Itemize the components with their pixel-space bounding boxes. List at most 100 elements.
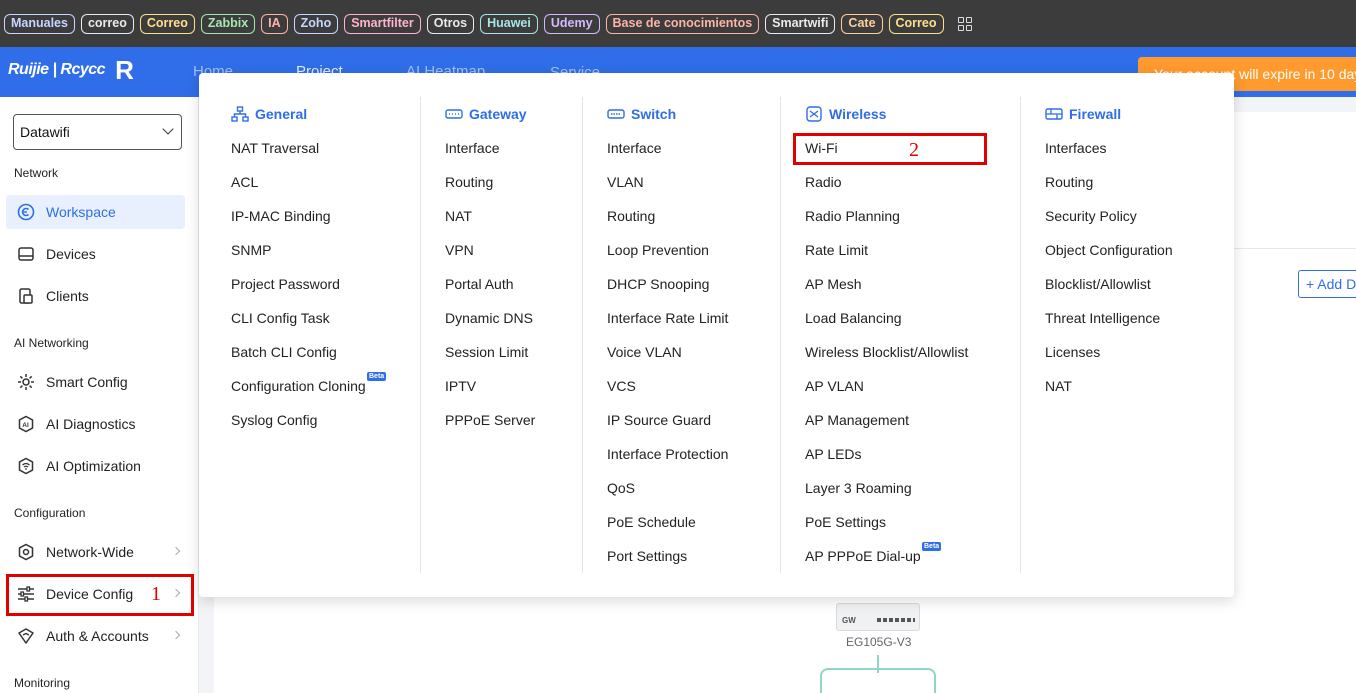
clients-icon (16, 286, 36, 306)
menu-item-general[interactable]: IP-MAC Binding (231, 208, 331, 224)
menu-item-wireless[interactable]: AP Management (805, 412, 909, 428)
auth-accounts-icon (16, 626, 36, 646)
bookmark-item[interactable]: Correo (139, 13, 195, 34)
bookmark-item[interactable]: Base de conocimientos (605, 13, 760, 34)
sidebar-item-clients[interactable]: Clients (6, 279, 185, 313)
sidebar-item-network-wide[interactable]: Network-Wide (6, 535, 185, 569)
menu-item-wireless[interactable]: Radio Planning (805, 208, 900, 224)
menu-item-general[interactable]: CLI Config Task (231, 310, 330, 326)
svg-text:AI: AI (22, 422, 29, 429)
menu-heading-general: General (231, 106, 307, 122)
bookmark-item[interactable]: Smartfilter (344, 13, 421, 34)
ai-diagnostics-icon: AI (16, 414, 36, 434)
switch-icon (607, 106, 625, 122)
logo[interactable]: Ruijie | Rcycc R (8, 55, 134, 85)
menu-item-gateway[interactable]: Routing (445, 174, 493, 190)
menu-item-firewall[interactable]: Threat Intelligence (1045, 310, 1160, 326)
sidebar-item-devices[interactable]: Devices (6, 237, 185, 271)
bookmark-item[interactable]: Zabbix (200, 13, 256, 34)
menu-item-firewall[interactable]: Interfaces (1045, 140, 1106, 156)
menu-item-gateway[interactable]: PPPoE Server (445, 412, 535, 428)
logo-brand: Ruijie | Rcycc (8, 61, 106, 78)
bookmark-item[interactable]: Udemy (543, 13, 600, 34)
menu-item-switch[interactable]: Port Settings (607, 548, 687, 564)
menu-item-firewall[interactable]: Blocklist/Allowlist (1045, 276, 1151, 292)
chevron-down-icon (162, 123, 174, 135)
project-select[interactable]: Datawifi (13, 114, 182, 150)
menu-item-gateway[interactable]: IPTV (445, 378, 476, 394)
gateway-device-icon[interactable]: GW (836, 603, 920, 631)
menu-item-switch[interactable]: Interface (607, 140, 661, 156)
section-ai-networking: AI Networking (14, 336, 89, 350)
menu-item-switch[interactable]: Interface Protection (607, 446, 728, 462)
bookmark-item[interactable]: Zoho (293, 13, 339, 34)
menu-item-wireless[interactable]: PoE Settings (805, 514, 886, 530)
bookmark-item[interactable]: correo (80, 13, 134, 34)
menu-item-general[interactable]: SNMP (231, 242, 271, 258)
menu-item-switch[interactable]: VLAN (607, 174, 644, 190)
menu-item-switch[interactable]: IP Source Guard (607, 412, 711, 428)
menu-item-firewall[interactable]: NAT (1045, 378, 1072, 394)
menu-item-general[interactable]: ACL (231, 174, 258, 190)
menu-item-firewall[interactable]: Routing (1045, 174, 1093, 190)
menu-item-wireless[interactable]: Rate Limit (805, 242, 868, 258)
bookmark-item[interactable]: Smartwifi (765, 13, 836, 34)
sidebar-item-smart-config[interactable]: Smart Config (6, 365, 185, 399)
menu-item-wireless[interactable]: Radio (805, 174, 842, 190)
annotation-box-device-config (6, 574, 194, 616)
menu-item-switch[interactable]: QoS (607, 480, 635, 496)
beta-badge: Beta (922, 542, 942, 551)
column-divider (420, 97, 421, 573)
menu-item-wireless[interactable]: Wireless Blocklist/Allowlist (805, 344, 968, 360)
menu-item-wireless[interactable]: AP VLAN (805, 378, 864, 394)
menu-item-wireless[interactable]: AP PPPoE Dial-up (805, 548, 921, 564)
menu-item-general[interactable]: Project Password (231, 276, 340, 292)
menu-item-gateway[interactable]: VPN (445, 242, 474, 258)
menu-item-gateway[interactable]: Portal Auth (445, 276, 514, 292)
menu-item-gateway[interactable]: NAT (445, 208, 472, 224)
menu-item-general[interactable]: Configuration Cloning (231, 378, 366, 394)
menu-item-gateway[interactable]: Dynamic DNS (445, 310, 533, 326)
project-select-value: Datawifi (20, 124, 70, 140)
bookmark-item[interactable]: Manuales (4, 13, 75, 34)
menu-item-wireless[interactable]: Layer 3 Roaming (805, 480, 912, 496)
bookmark-item[interactable]: Huawei (480, 13, 538, 34)
menu-item-switch[interactable]: DHCP Snooping (607, 276, 709, 292)
logo-mark: R (115, 55, 134, 85)
menu-item-wireless[interactable]: Load Balancing (805, 310, 902, 326)
bookmark-item[interactable]: Cate (841, 13, 883, 34)
menu-item-switch[interactable]: Loop Prevention (607, 242, 709, 258)
menu-item-switch[interactable]: Interface Rate Limit (607, 310, 728, 326)
bookmark-item[interactable]: Correo (888, 13, 944, 34)
menu-item-general[interactable]: Batch CLI Config (231, 344, 337, 360)
menu-item-switch[interactable]: Routing (607, 208, 655, 224)
bookmark-item[interactable]: IA (261, 13, 288, 34)
chevron-right-icon (171, 546, 181, 556)
menu-item-gateway[interactable]: Interface (445, 140, 499, 156)
menu-item-general[interactable]: NAT Traversal (231, 140, 319, 156)
menu-item-wireless[interactable]: AP Mesh (805, 276, 862, 292)
chevron-right-icon (171, 630, 181, 640)
menu-item-firewall[interactable]: Object Configuration (1045, 242, 1173, 258)
sidebar-item-label: AI Optimization (46, 458, 141, 474)
menu-item-wireless[interactable]: AP LEDs (805, 446, 862, 462)
sidebar-item-workspace[interactable]: Workspace (6, 195, 185, 229)
menu-item-firewall[interactable]: Security Policy (1045, 208, 1137, 224)
menu-item-general[interactable]: Syslog Config (231, 412, 317, 428)
sidebar-item-ai-optimization[interactable]: AI Optimization (6, 449, 185, 483)
network-tree-icon (231, 106, 249, 122)
bookmark-item[interactable]: Otros (426, 13, 475, 34)
sidebar-item-label: Smart Config (46, 374, 128, 390)
sidebar-item-label: Network-Wide (46, 544, 134, 560)
menu-item-switch[interactable]: VCS (607, 378, 636, 394)
menu-item-gateway[interactable]: Session Limit (445, 344, 528, 360)
add-device-button[interactable]: + Add D (1298, 270, 1356, 298)
menu-heading-label: Switch (631, 106, 677, 122)
device-config-menu: General Gateway Switch Wireless Firewall… (199, 73, 1234, 597)
apps-grid-icon[interactable] (957, 16, 972, 31)
menu-item-switch[interactable]: Voice VLAN (607, 344, 682, 360)
sidebar-item-auth-accounts[interactable]: Auth & Accounts (6, 619, 185, 653)
menu-item-firewall[interactable]: Licenses (1045, 344, 1100, 360)
menu-item-switch[interactable]: PoE Schedule (607, 514, 696, 530)
sidebar-item-ai-diagnostics[interactable]: AI AI Diagnostics (6, 407, 185, 441)
